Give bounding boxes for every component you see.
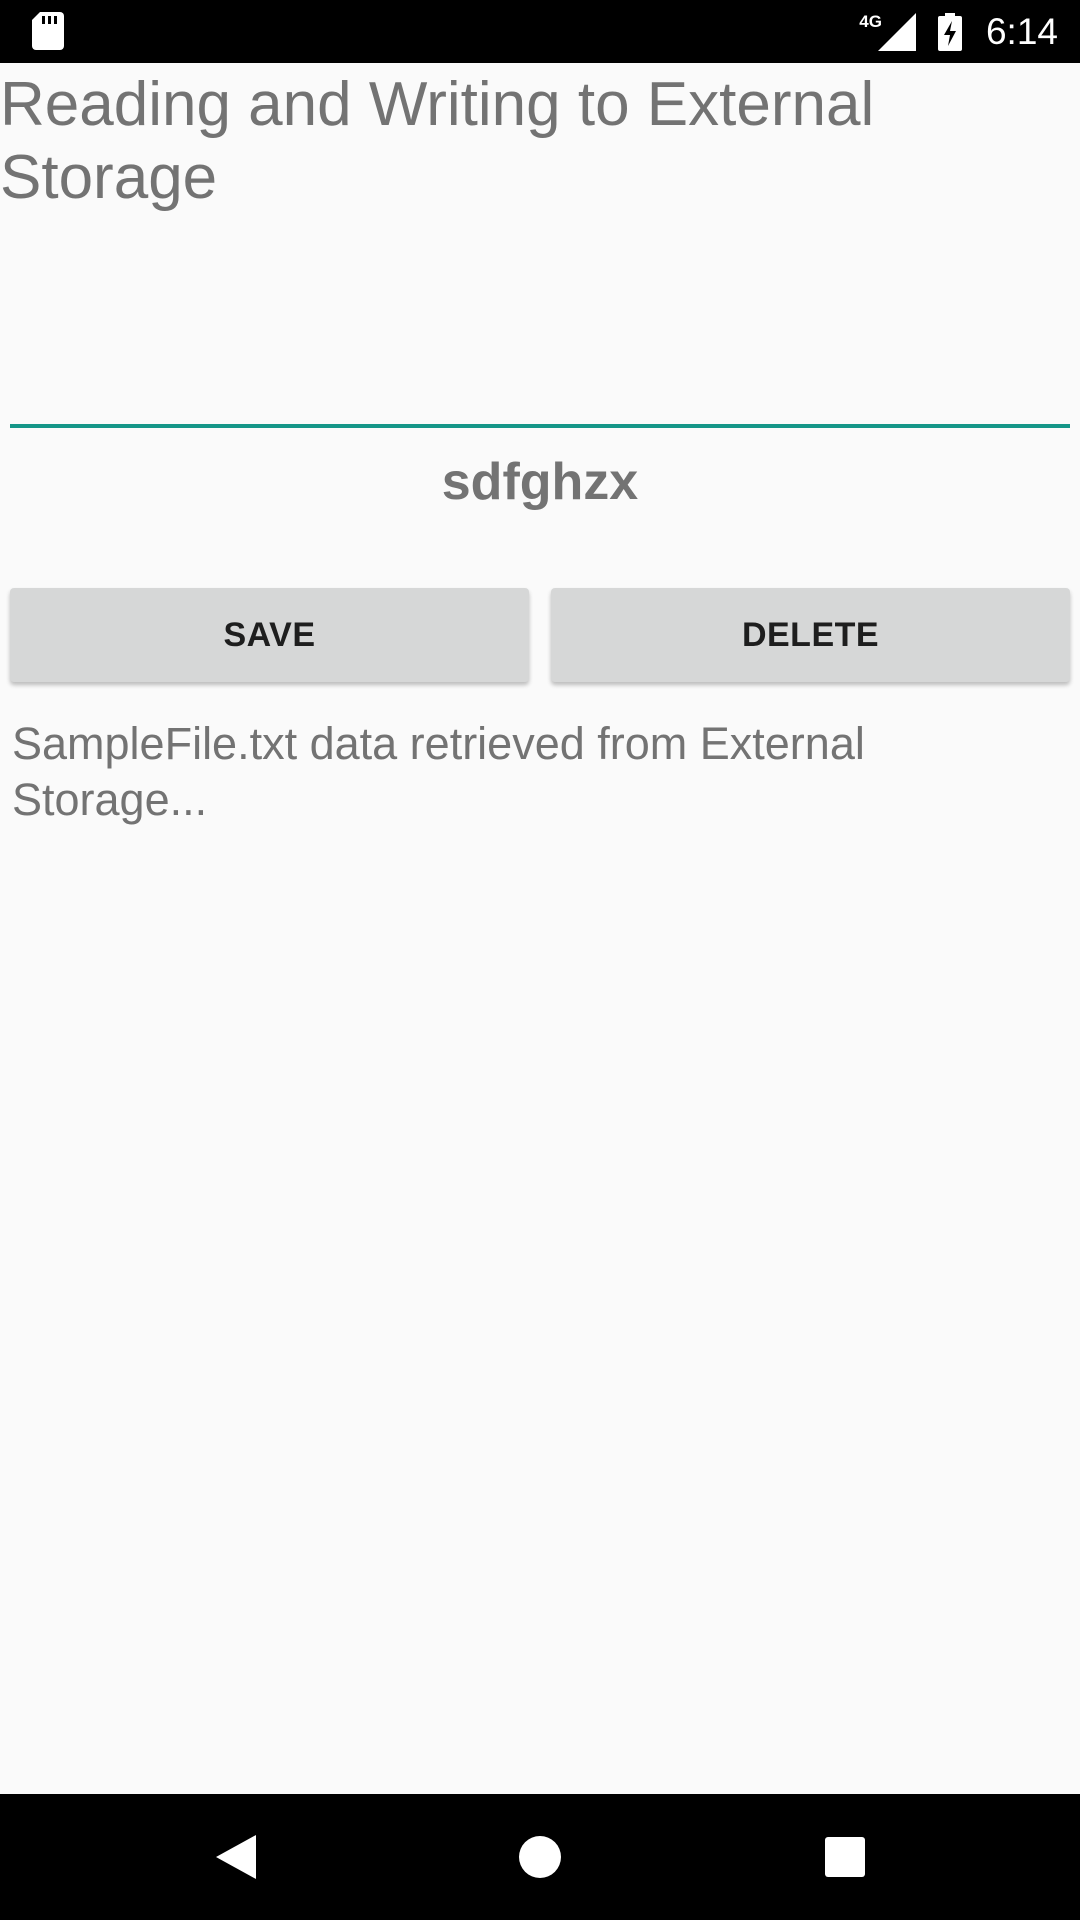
status-icons: 4G 6:14	[859, 0, 1058, 63]
save-button[interactable]: SAVE	[10, 588, 529, 682]
sd-card-icon	[32, 12, 64, 50]
back-icon[interactable]	[206, 1827, 266, 1887]
clock: 6:14	[985, 10, 1058, 52]
screen: 4G 6:14 Reading and Writing to External …	[0, 0, 1080, 1920]
result-message: SampleFile.txt data retrieved from Exter…	[12, 718, 865, 825]
signal-icon	[877, 12, 916, 51]
page-title: Reading and Writing to External Storage	[0, 70, 875, 212]
entered-text-display: sdfghzx	[441, 453, 639, 511]
navigation-bar	[0, 1794, 1080, 1920]
text-input[interactable]	[10, 300, 1070, 428]
battery-charging-icon	[937, 12, 962, 51]
delete-button[interactable]: DELETE	[551, 588, 1070, 682]
recents-icon[interactable]	[815, 1827, 875, 1887]
status-bar: 4G 6:14	[0, 0, 1080, 63]
network-type-label: 4G	[859, 11, 882, 31]
home-icon[interactable]	[510, 1827, 570, 1887]
